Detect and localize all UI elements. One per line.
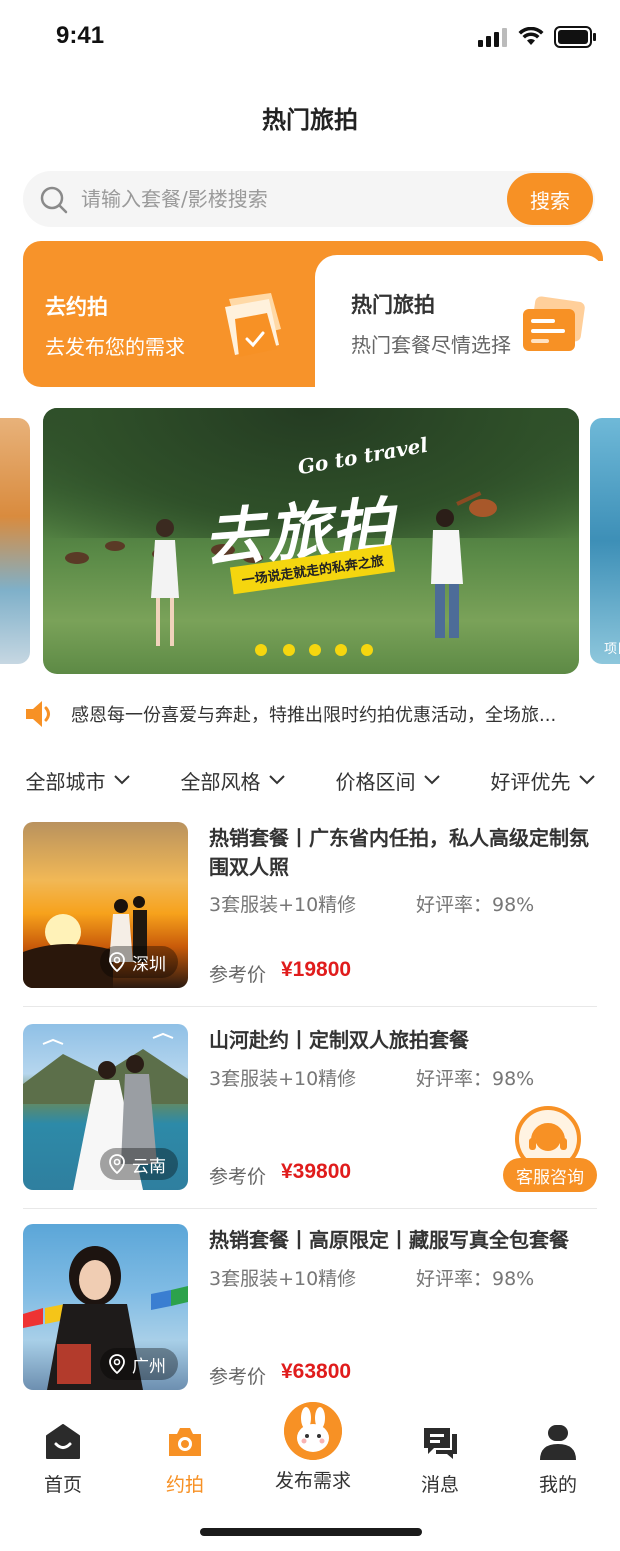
status-time: 9:41: [56, 22, 105, 49]
tab-label: 约拍: [165, 1474, 204, 1496]
wifi-icon: [518, 27, 544, 45]
location-pin-icon: [109, 1354, 125, 1374]
tab-label: 发布需求: [274, 1470, 351, 1492]
search-bar: 搜索: [23, 171, 595, 227]
status-icons: [478, 26, 596, 48]
filter-price[interactable]: 价格区间: [310, 760, 465, 800]
entry-card-subtitle: 热门套餐尽情选择: [351, 333, 511, 357]
location-tag: 云南: [100, 1148, 178, 1180]
tab-label: 我的: [538, 1474, 577, 1496]
customer-service-label: 客服咨询: [503, 1158, 597, 1192]
search-icon: [40, 186, 68, 214]
filter-rating[interactable]: 好评优先: [465, 760, 620, 800]
banner-prev-slide[interactable]: [0, 418, 30, 664]
tab-booking[interactable]: 约拍: [135, 1422, 235, 1497]
filter-style[interactable]: 全部风格: [155, 760, 310, 800]
notice-bar[interactable]: 感恩每一份喜爱与奔赴，特推出限时约拍优惠活动，全场旅...: [23, 694, 603, 734]
banner-carousel[interactable]: Go to travel 去旅拍 一场说走就走的私奔之旅 项目: [0, 408, 620, 674]
ticket-icon: [523, 296, 585, 351]
tab-profile[interactable]: 我的: [508, 1422, 608, 1497]
customer-service-button[interactable]: 客服咨询: [503, 1106, 597, 1194]
price-label: 参考价: [209, 1366, 267, 1388]
product-image: 云南: [23, 1024, 188, 1190]
tab-publish[interactable]: 发布需求: [263, 1402, 363, 1493]
profile-icon: [540, 1425, 576, 1460]
battery-icon: [554, 26, 596, 48]
tab-label: 消息: [420, 1474, 459, 1496]
entry-card-title: 去约拍: [45, 295, 108, 319]
filter-label: 好评优先: [490, 769, 571, 794]
chevron-down-icon: [113, 775, 130, 785]
product-rating: 好评率：98%: [416, 1068, 535, 1090]
divider: [23, 1208, 597, 1209]
document-icon: [225, 293, 281, 357]
filter-label: 全部城市: [25, 769, 106, 794]
product-title: 山河赴约丨定制双人旅拍套餐: [209, 1028, 469, 1052]
price-label: 参考价: [209, 1166, 267, 1188]
search-button[interactable]: 搜索: [507, 173, 593, 225]
chevron-down-icon: [268, 775, 285, 785]
entry-card-book-shoot[interactable]: 去约拍 去发布您的需求: [23, 241, 343, 387]
tab-label: 首页: [43, 1474, 82, 1496]
notice-text: 感恩每一份喜爱与奔赴，特推出限时约拍优惠活动，全场旅...: [71, 705, 557, 726]
banner-next-slide-text: 项目: [604, 642, 620, 657]
entry-cards: 去约拍 去发布您的需求 热门旅拍 热门套餐尽情选择: [23, 241, 603, 387]
location-text: 广州: [132, 1356, 166, 1377]
product-spec: 3套服装+10精修: [209, 894, 357, 916]
banner-main-slide[interactable]: Go to travel 去旅拍 一场说走就走的私奔之旅: [43, 408, 579, 674]
product-image: 广州: [23, 1224, 188, 1390]
location-pin-icon: [109, 952, 125, 972]
entry-card-book-shoot-text: 去约拍 去发布您的需求: [45, 291, 185, 360]
filter-label: 全部风格: [180, 769, 261, 794]
entry-card-hot-travel[interactable]: 热门旅拍 热门套餐尽情选择: [315, 255, 603, 387]
tab-messages[interactable]: 消息: [390, 1422, 490, 1497]
banner-next-slide[interactable]: 项目: [590, 418, 620, 664]
location-text: 云南: [132, 1156, 166, 1177]
location-text: 深圳: [132, 954, 166, 975]
product-title: 热销套餐丨广东省内任拍，私人高级定制氛围双人照: [209, 826, 589, 879]
divider: [23, 1006, 597, 1007]
home-indicator: [200, 1528, 422, 1536]
chevron-down-icon: [578, 775, 595, 785]
speaker-icon: [26, 701, 50, 727]
product-spec: 3套服装+10精修: [209, 1268, 357, 1290]
chevron-down-icon: [423, 775, 440, 785]
product-price: ¥63800: [281, 1360, 352, 1383]
entry-card-title: 热门旅拍: [351, 293, 435, 317]
tab-bar: 首页 约拍 发布需求 消息 我的: [0, 1398, 620, 1508]
camera-icon: [169, 1428, 201, 1456]
product-spec: 3套服装+10精修: [209, 1068, 357, 1090]
page-title: 热门旅拍: [262, 106, 358, 134]
message-icon: [424, 1428, 457, 1459]
filter-label: 价格区间: [335, 769, 416, 794]
filter-city[interactable]: 全部城市: [0, 760, 155, 800]
location-pin-icon: [109, 1154, 125, 1174]
signal-icon: [478, 28, 507, 47]
status-bar: 9:41: [0, 0, 620, 76]
product-rating: 好评率：98%: [416, 1268, 535, 1290]
location-tag: 深圳: [100, 946, 178, 978]
product-card[interactable]: 广州 热销套餐丨高原限定丨藏服写真全包套餐 3套服装+10精修 好评率：98% …: [23, 1224, 597, 1390]
price-label: 参考价: [209, 964, 267, 986]
entry-card-subtitle: 去发布您的需求: [45, 335, 185, 359]
product-card[interactable]: 深圳 热销套餐丨广东省内任拍，私人高级定制氛围双人照 3套服装+10精修 好评率…: [23, 822, 597, 988]
product-price: ¥39800: [281, 1160, 352, 1183]
entry-card-hot-travel-text: 热门旅拍 热门套餐尽情选择: [351, 289, 511, 358]
product-image: 深圳: [23, 822, 188, 988]
bunny-avatar-icon: [284, 1402, 342, 1460]
home-icon: [46, 1424, 80, 1459]
product-title: 热销套餐丨高原限定丨藏服写真全包套餐: [209, 1228, 569, 1252]
search-input[interactable]: [81, 171, 501, 227]
location-tag: 广州: [100, 1348, 178, 1380]
tab-home[interactable]: 首页: [13, 1422, 113, 1497]
product-price: ¥19800: [281, 958, 352, 981]
product-rating: 好评率：98%: [416, 894, 535, 916]
filter-bar: 全部城市 全部风格 价格区间 好评优先: [0, 760, 620, 800]
